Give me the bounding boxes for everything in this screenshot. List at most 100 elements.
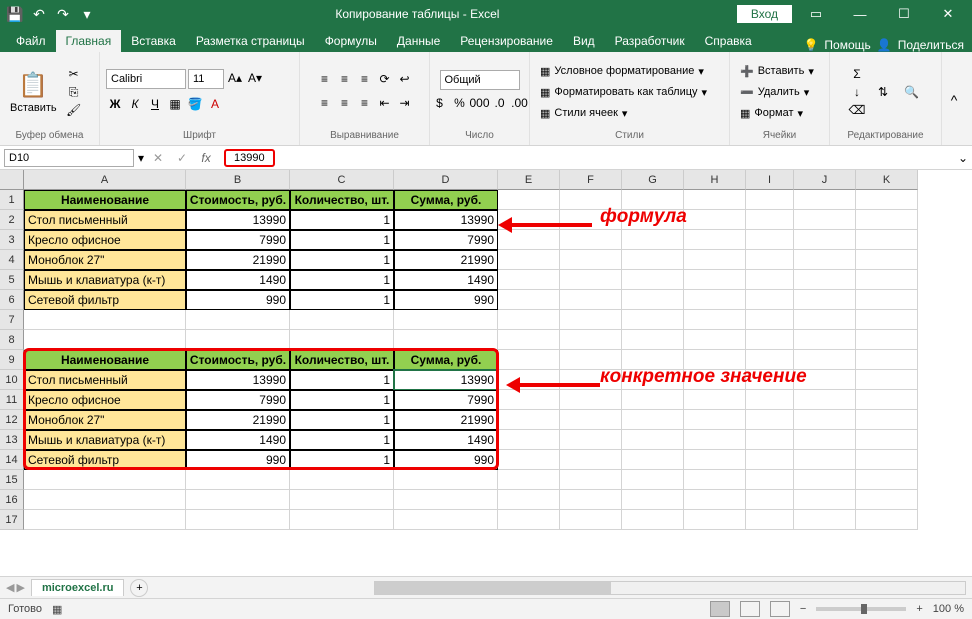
cell[interactable]: 7990 xyxy=(186,390,290,410)
row-header-10[interactable]: 10 xyxy=(0,370,24,390)
tab-review[interactable]: Рецензирование xyxy=(450,30,563,52)
cell[interactable] xyxy=(622,490,684,510)
cell[interactable] xyxy=(684,310,746,330)
sheet-next-icon[interactable]: ▶ xyxy=(16,581,24,594)
cell[interactable] xyxy=(856,370,918,390)
cell[interactable] xyxy=(622,510,684,530)
autosum-icon[interactable]: Σ xyxy=(848,65,866,83)
font-size-input[interactable] xyxy=(188,69,224,89)
font-name-input[interactable] xyxy=(106,69,186,89)
cell[interactable] xyxy=(794,390,856,410)
cell[interactable]: Сумма, руб. xyxy=(394,190,498,210)
cell[interactable] xyxy=(746,390,794,410)
cell[interactable] xyxy=(498,230,560,250)
fx-icon[interactable]: fx xyxy=(196,151,216,165)
cell[interactable]: 13990 xyxy=(394,370,498,390)
tab-file[interactable]: Файл xyxy=(6,30,56,52)
cell[interactable] xyxy=(746,270,794,290)
format-cells-button[interactable]: ▦Формат▾ xyxy=(736,105,807,122)
currency-icon[interactable]: $ xyxy=(431,94,449,112)
zoom-in-icon[interactable]: + xyxy=(916,603,922,615)
cell[interactable] xyxy=(498,250,560,270)
cell[interactable] xyxy=(794,310,856,330)
ribbon-options-icon[interactable]: ▭ xyxy=(796,0,836,28)
spreadsheet-grid[interactable]: ABCDEFGHIJK 1234567891011121314151617 На… xyxy=(0,170,972,576)
save-icon[interactable]: 💾 xyxy=(4,3,26,25)
cell[interactable] xyxy=(498,510,560,530)
format-table-button[interactable]: ▦Форматировать как таблицу▾ xyxy=(536,84,711,101)
cell[interactable]: 21990 xyxy=(394,410,498,430)
row-header-2[interactable]: 2 xyxy=(0,210,24,230)
cell[interactable] xyxy=(290,510,394,530)
cell[interactable]: 1 xyxy=(290,370,394,390)
view-pagebreak-icon[interactable] xyxy=(770,601,790,617)
cell[interactable] xyxy=(856,270,918,290)
cell[interactable] xyxy=(560,250,622,270)
cell[interactable] xyxy=(394,470,498,490)
underline-button[interactable]: Ч xyxy=(146,95,164,113)
cell[interactable]: 13990 xyxy=(186,210,290,230)
cell[interactable]: 7990 xyxy=(394,390,498,410)
cell[interactable]: Мышь и клавиатура (к-т) xyxy=(24,270,186,290)
cell[interactable]: 1 xyxy=(290,390,394,410)
cell[interactable] xyxy=(290,330,394,350)
cell[interactable] xyxy=(622,230,684,250)
cell[interactable] xyxy=(794,270,856,290)
percent-icon[interactable]: % xyxy=(451,94,469,112)
cell[interactable] xyxy=(856,470,918,490)
italic-button[interactable]: К xyxy=(126,95,144,113)
cond-format-button[interactable]: ▦Условное форматирование▾ xyxy=(536,63,708,80)
cell[interactable] xyxy=(856,310,918,330)
cell[interactable] xyxy=(856,450,918,470)
close-icon[interactable]: ✕ xyxy=(928,0,968,28)
cell[interactable] xyxy=(24,490,186,510)
formula-expand-icon[interactable]: ⌄ xyxy=(958,151,968,165)
undo-icon[interactable]: ↶ xyxy=(28,3,50,25)
align-middle-icon[interactable]: ≡ xyxy=(336,70,354,88)
border-icon[interactable]: ▦ xyxy=(166,95,184,113)
col-header-E[interactable]: E xyxy=(498,170,560,190)
cell[interactable]: 1 xyxy=(290,230,394,250)
cell[interactable] xyxy=(560,470,622,490)
view-layout-icon[interactable] xyxy=(740,601,760,617)
cell[interactable] xyxy=(394,490,498,510)
cell[interactable] xyxy=(746,210,794,230)
cell[interactable] xyxy=(498,290,560,310)
collapse-ribbon-icon[interactable]: ^ xyxy=(942,52,966,145)
cell[interactable]: 1 xyxy=(290,430,394,450)
cell[interactable] xyxy=(684,490,746,510)
cell[interactable] xyxy=(24,510,186,530)
cell[interactable] xyxy=(24,330,186,350)
cell[interactable] xyxy=(684,450,746,470)
cell[interactable] xyxy=(622,290,684,310)
cell[interactable] xyxy=(290,490,394,510)
cell[interactable]: 7990 xyxy=(394,230,498,250)
col-header-C[interactable]: C xyxy=(290,170,394,190)
redo-icon[interactable]: ↷ xyxy=(52,3,74,25)
cell[interactable]: 1 xyxy=(290,250,394,270)
accept-formula-icon[interactable]: ✓ xyxy=(172,151,192,165)
cell[interactable] xyxy=(746,450,794,470)
cancel-formula-icon[interactable]: ✕ xyxy=(148,151,168,165)
cell[interactable] xyxy=(746,250,794,270)
cell[interactable] xyxy=(186,310,290,330)
align-bottom-icon[interactable]: ≡ xyxy=(356,70,374,88)
cell[interactable] xyxy=(560,430,622,450)
format-painter-icon[interactable]: 🖌 xyxy=(65,101,83,119)
fill-color-icon[interactable]: 🪣 xyxy=(186,95,204,113)
sort-filter-button[interactable]: ⇅ xyxy=(874,83,892,101)
cell[interactable] xyxy=(560,450,622,470)
name-box-dropdown-icon[interactable]: ▾ xyxy=(138,151,144,165)
cell[interactable] xyxy=(560,510,622,530)
align-right-icon[interactable]: ≡ xyxy=(356,94,374,112)
tab-home[interactable]: Главная xyxy=(56,30,122,52)
cell[interactable]: Наименование xyxy=(24,350,186,370)
cell[interactable] xyxy=(684,410,746,430)
tab-insert[interactable]: Вставка xyxy=(121,30,186,52)
cell[interactable] xyxy=(684,270,746,290)
signin-button[interactable]: Вход xyxy=(737,5,792,23)
increase-font-icon[interactable]: A▴ xyxy=(226,69,244,87)
cell[interactable]: 1490 xyxy=(394,430,498,450)
formula-input[interactable]: 13990 xyxy=(220,149,954,167)
cell[interactable] xyxy=(186,490,290,510)
